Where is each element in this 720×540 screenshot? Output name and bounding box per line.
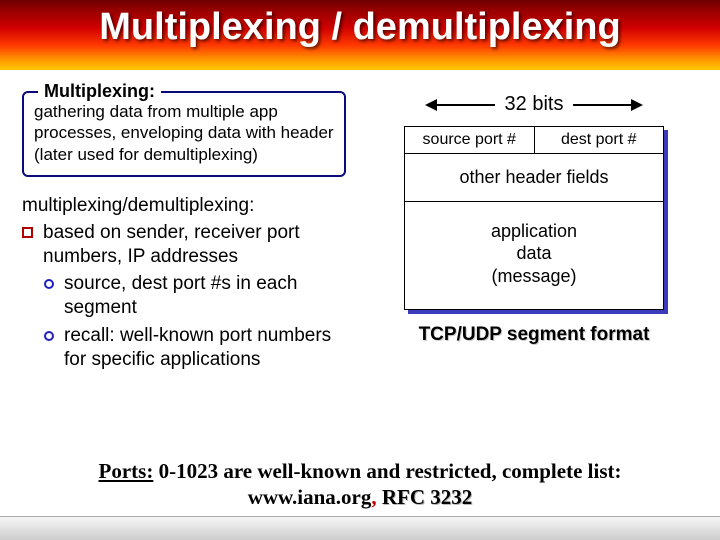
source-port-cell: source port # [405, 127, 534, 153]
multiplexing-box: Multiplexing: gathering data from multip… [22, 91, 346, 177]
bottom-band [0, 516, 720, 540]
rfc-label: RFC 3232 [382, 485, 472, 509]
segment-diagram: source port # dest port # other header f… [404, 126, 664, 310]
ports-label: Ports: [99, 459, 154, 483]
title-bar: Multiplexing / demultiplexing [0, 0, 720, 70]
content-area: Multiplexing: gathering data from multip… [0, 75, 720, 516]
footer-line1: 0-1023 are well-known and restricted, co… [153, 459, 621, 483]
right-column: 32 bits source port # dest port # other … [360, 85, 698, 516]
app-data-line: (message) [409, 265, 659, 288]
slide-title: Multiplexing / demultiplexing [99, 6, 620, 49]
port-row: source port # dest port # [405, 127, 663, 154]
subbullet-row: source, dest port #s in each segment [44, 272, 346, 320]
arrow-left-icon [425, 97, 495, 113]
subbullet-text: recall: well-known port numbers for spec… [64, 324, 346, 372]
subbullet-text: source, dest port #s in each segment [64, 272, 346, 320]
bullet-row: based on sender, receiver port numbers, … [22, 221, 346, 269]
app-data-line: application [409, 220, 659, 243]
square-bullet-icon [22, 227, 33, 238]
box-body: gathering data from multiple app process… [34, 101, 334, 165]
comma-icon: , [371, 485, 382, 509]
dest-port-cell: dest port # [534, 127, 664, 153]
arrow-right-icon [573, 97, 643, 113]
app-data-line: data [409, 242, 659, 265]
footer-note: Ports: 0-1023 are well-known and restric… [0, 458, 720, 511]
footer-url: www.iana.org [248, 485, 372, 509]
segment-format-caption: TCP/UDP segment format [419, 324, 650, 346]
box-legend: Multiplexing: [38, 81, 161, 102]
left-column: Multiplexing: gathering data from multip… [22, 85, 360, 516]
circle-bullet-icon [44, 331, 54, 341]
circle-bullet-icon [44, 279, 54, 289]
bits-width-row: 32 bits [425, 93, 644, 116]
bits-label: 32 bits [505, 93, 564, 116]
app-data-cell: application data (message) [405, 202, 663, 310]
bullet-text: based on sender, receiver port numbers, … [43, 221, 346, 269]
subbullet-row: recall: well-known port numbers for spec… [44, 324, 346, 372]
mux-demux-heading: multiplexing/demultiplexing: [22, 195, 346, 217]
other-fields-cell: other header fields [405, 154, 663, 202]
